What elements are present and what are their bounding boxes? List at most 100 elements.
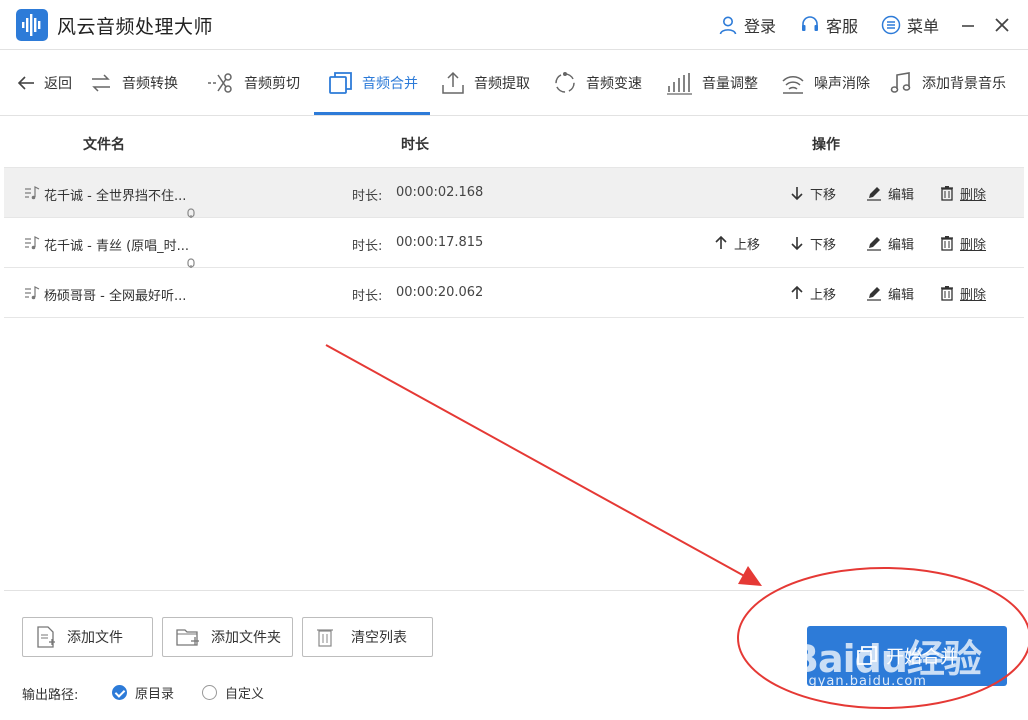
move-up-button[interactable]: 上移 [714, 233, 760, 253]
add-file-icon [37, 626, 55, 648]
pencil-icon [867, 237, 881, 251]
arrow-left-icon [17, 76, 34, 90]
service-button[interactable]: 客服 [800, 13, 858, 37]
annotation-arrowhead [738, 566, 762, 586]
annotation-arrow [325, 344, 749, 579]
add-folder-label: 添加文件夹 [211, 630, 281, 646]
pencil-icon [867, 287, 881, 301]
edit-button[interactable]: 编辑 [866, 183, 914, 203]
edit-label: 编辑 [888, 287, 915, 303]
close-button[interactable] [990, 13, 1014, 37]
file-name: 花千诚 - 青丝 (原唱_时... [44, 239, 190, 254]
minimize-icon [962, 25, 974, 27]
title-bar: 风云音频处理大师 登录 客服 菜单 [0, 0, 1028, 50]
delete-label: 删除 [960, 287, 987, 303]
header-duration: 时长 [401, 137, 429, 153]
back-button[interactable]: 返回 [16, 50, 72, 116]
move-up-button[interactable]: 上移 [790, 283, 836, 303]
radio-checked-indicator [112, 685, 127, 700]
radio-custom-label: 自定义 [225, 687, 265, 702]
tab-audio-cut[interactable]: 音频剪切 [206, 50, 300, 116]
bottom-panel: 添加文件 添加文件夹 清空列表 输出路径: 原目录 自定义 开始合并 [4, 590, 1024, 716]
tab-audio-speed[interactable]: 音频变速 [552, 50, 642, 116]
delete-button[interactable]: 删除 [940, 283, 986, 303]
music-note-icon [890, 72, 911, 93]
add-file-button[interactable]: 添加文件 [22, 617, 153, 657]
tab-noise-remove[interactable]: 噪声消除 [780, 50, 870, 116]
delete-button[interactable]: 删除 [940, 233, 986, 253]
tab-audio-convert[interactable]: 音频转换 [88, 50, 178, 116]
header-operations: 操作 [812, 137, 840, 153]
add-file-label: 添加文件 [67, 630, 123, 646]
app-logo-icon [16, 9, 48, 41]
file-name: 杨硕哥哥 - 全网最好听... [44, 289, 187, 304]
music-file-icon [25, 236, 40, 250]
arrow-down-icon [791, 237, 803, 251]
move-down-button[interactable]: 下移 [790, 183, 836, 203]
clear-list-label: 清空列表 [351, 630, 407, 646]
swap-arrows-icon [92, 74, 110, 92]
tab-audio-merge[interactable]: 音频合并 [328, 50, 418, 116]
login-label: 登录 [744, 17, 777, 36]
tab-volume-adjust[interactable]: 音量调整 [666, 50, 758, 116]
scissors-icon [208, 73, 232, 93]
header-filename: 文件名 [83, 137, 125, 153]
output-path-label: 输出路径: [22, 688, 79, 703]
tab-label: 音频合并 [362, 76, 418, 92]
trash-icon [941, 186, 953, 201]
list-menu-icon [881, 15, 901, 35]
duration-value: 00:00:20.062 [396, 285, 484, 300]
start-merge-label: 开始合并 [886, 647, 958, 668]
tab-audio-extract[interactable]: 音频提取 [440, 50, 530, 116]
radio-unchecked-indicator [202, 685, 217, 700]
radio-original-dir[interactable]: 原目录 [112, 683, 174, 702]
service-label: 客服 [826, 17, 859, 36]
radio-custom-dir[interactable]: 自定义 [202, 683, 264, 702]
tab-label: 音量调整 [702, 76, 758, 92]
clear-list-button[interactable]: 清空列表 [302, 617, 433, 657]
pencil-icon [867, 187, 881, 201]
duration-label: 时长: [352, 189, 383, 204]
table-row[interactable]: 杨硕哥哥 - 全网最好听... 时长: 00:00:20.062 上移 编辑 删… [4, 268, 1024, 318]
duration-label: 时长: [352, 289, 383, 304]
edit-button[interactable]: 编辑 [866, 283, 914, 303]
minimize-button[interactable] [956, 13, 980, 37]
tab-label: 音频转换 [122, 76, 178, 92]
volume-bars-icon [667, 73, 692, 95]
trash-icon [941, 236, 953, 251]
music-file-icon [25, 286, 40, 300]
table-row[interactable]: 花千诚 - 全世界挡不住... 时长: 00:00:02.168 下移 编辑 删… [4, 168, 1024, 218]
edit-label: 编辑 [888, 237, 915, 253]
tab-add-bg-music[interactable]: 添加背景音乐 [888, 50, 1006, 116]
app-title: 风云音频处理大师 [57, 16, 214, 38]
merge-icon [857, 646, 877, 665]
login-button[interactable]: 登录 [718, 13, 776, 37]
menu-button[interactable]: 菜单 [881, 13, 939, 37]
add-folder-button[interactable]: 添加文件夹 [162, 617, 293, 657]
edit-button[interactable]: 编辑 [866, 233, 914, 253]
trash-icon [317, 629, 333, 647]
duration-value: 00:00:17.815 [396, 235, 484, 250]
duration-value: 00:00:02.168 [396, 185, 484, 200]
wifi-signal-icon [782, 76, 804, 94]
tab-label: 音频变速 [586, 76, 642, 92]
start-merge-button[interactable]: 开始合并 [807, 626, 1007, 686]
duration-label: 时长: [352, 239, 383, 254]
tab-label: 音频剪切 [244, 76, 300, 92]
radio-original-label: 原目录 [135, 687, 175, 702]
speed-circle-icon [555, 72, 575, 93]
function-toolbar: 返回 音频转换 音频剪切 音频合并 音频提取 音频变速 音量调整 噪声消除 添加… [0, 50, 1028, 116]
arrow-up-icon [715, 235, 727, 249]
delete-button[interactable]: 删除 [940, 183, 986, 203]
move-down-button[interactable]: 下移 [790, 233, 836, 253]
merge-squares-icon [329, 72, 352, 94]
tab-label: 噪声消除 [814, 76, 870, 92]
table-row[interactable]: 花千诚 - 青丝 (原唱_时... 时长: 00:00:17.815 上移 下移… [4, 218, 1024, 268]
file-name: 花千诚 - 全世界挡不住... [44, 189, 187, 204]
arrow-down-icon [791, 187, 803, 201]
delete-label: 删除 [960, 237, 987, 253]
user-icon [719, 16, 737, 35]
edit-label: 编辑 [888, 187, 915, 203]
tab-label: 音频提取 [474, 76, 530, 92]
close-icon [995, 18, 1009, 32]
